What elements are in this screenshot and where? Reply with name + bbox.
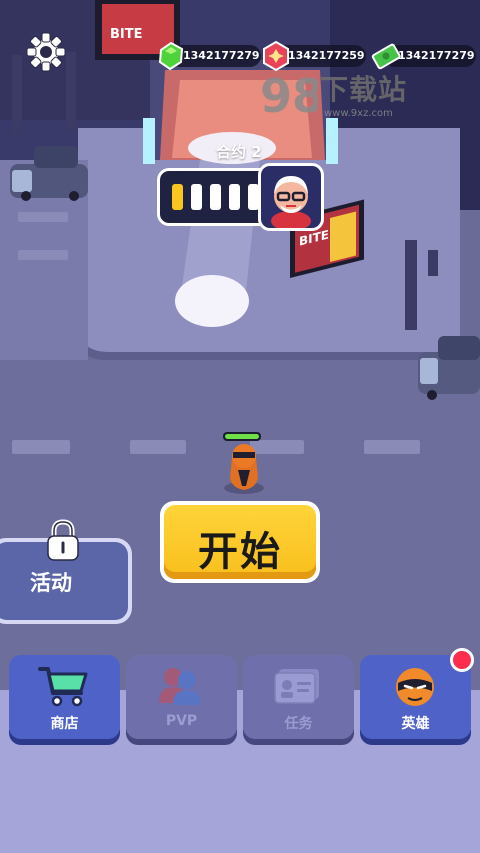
player-health-bar bbox=[223, 432, 261, 441]
gem-amount: 1342177279 bbox=[183, 49, 260, 62]
nav-tasks-button[interactable]: 任务 bbox=[243, 655, 354, 745]
contract-label: 合约 2 bbox=[216, 143, 262, 161]
heroes-notification-badge bbox=[450, 648, 474, 672]
ninja-head-icon bbox=[396, 668, 434, 706]
nav-shop-label: 商店 bbox=[50, 716, 79, 732]
watermark-url: www.9xz.com bbox=[324, 108, 393, 119]
shopping-cart-icon bbox=[38, 667, 88, 707]
gear-icon bbox=[26, 32, 66, 72]
watermark-logo-icon: 98 bbox=[260, 69, 318, 123]
start-button-label: 开始 bbox=[198, 529, 282, 575]
contract-target-portrait[interactable] bbox=[258, 163, 324, 231]
nav-shop-button[interactable]: 商店 bbox=[9, 655, 120, 745]
id-card-icon bbox=[274, 669, 319, 704]
start-button[interactable]: 开始 bbox=[160, 501, 320, 583]
green-gem-icon bbox=[158, 41, 184, 71]
player-health-fill bbox=[225, 434, 259, 439]
nav-pvp-button[interactable]: PVP bbox=[126, 655, 237, 745]
nav-pvp-label: PVP bbox=[165, 713, 198, 729]
contract-slot-empty bbox=[191, 184, 202, 210]
site-watermark: 98 下载站 www.9xz.com bbox=[258, 62, 426, 128]
users-icon bbox=[159, 668, 201, 705]
contract-slot-completed bbox=[172, 184, 183, 210]
boss-portrait-icon bbox=[271, 176, 311, 231]
nav-heroes-label: 英雄 bbox=[401, 716, 430, 732]
contract-progress-panel[interactable] bbox=[157, 168, 265, 226]
contract-slot-empty bbox=[210, 184, 221, 210]
watermark-logo-text: 下载站 bbox=[320, 73, 408, 106]
lock-icon bbox=[47, 519, 79, 561]
contract-slot-empty bbox=[229, 184, 240, 210]
svg-text:98: 98 bbox=[260, 69, 318, 123]
nav-tasks-label: 任务 bbox=[284, 716, 313, 732]
settings-button[interactable] bbox=[24, 30, 68, 74]
billboard-text-top: BITE bbox=[110, 27, 143, 42]
events-button-label: 活动 bbox=[30, 571, 72, 595]
